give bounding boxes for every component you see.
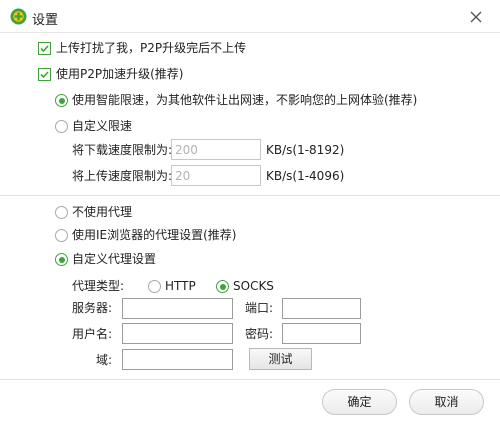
download-limit-unit: KB/s(1-8192) [266,143,345,157]
http-radio[interactable] [148,280,161,293]
domain-label: 域: [96,353,113,367]
upload-limit-label: 将上传速度限制为: [72,169,173,183]
smart-speed-radio[interactable] [55,94,68,107]
footer-divider [0,379,500,380]
http-label: HTTP [165,279,196,293]
upload-limit-input[interactable] [171,165,261,186]
download-limit-label: 将下载速度限制为: [72,143,173,157]
window-title: 设置 [32,13,59,28]
port-input[interactable] [282,298,361,319]
server-input[interactable] [122,298,233,319]
no-proxy-radio[interactable] [55,206,68,219]
upload-limit-unit: KB/s(1-4096) [266,169,345,183]
upload-disturb-checkbox[interactable] [38,42,51,55]
app-logo-icon [10,8,27,25]
p2p-accelerate-checkbox[interactable] [38,68,51,81]
ok-button[interactable]: 确定 [322,389,397,415]
cancel-button[interactable]: 取消 [409,389,484,415]
custom-proxy-radio[interactable] [55,253,68,266]
ie-proxy-label: 使用IE浏览器的代理设置(推荐) [72,228,237,242]
title-bar: 设置 [0,0,500,33]
section-divider [0,195,500,196]
custom-speed-radio[interactable] [55,120,68,133]
password-label: 密码: [245,327,274,341]
close-icon[interactable] [466,7,486,27]
custom-proxy-label: 自定义代理设置 [72,252,157,266]
smart-speed-label: 使用智能限速，为其他软件让出网速，不影响您的上网体验(推荐) [72,93,418,107]
username-label: 用户名: [72,327,113,341]
socks-radio[interactable] [216,280,229,293]
custom-speed-label: 自定义限速 [72,119,133,133]
server-label: 服务器: [72,301,113,315]
ie-proxy-radio[interactable] [55,229,68,242]
username-input[interactable] [122,323,233,344]
no-proxy-label: 不使用代理 [72,205,133,219]
domain-input[interactable] [122,349,233,370]
socks-label: SOCKS [233,279,274,293]
port-label: 端口: [245,301,274,315]
test-button[interactable]: 测试 [249,348,312,370]
download-limit-input[interactable] [171,139,261,160]
p2p-accelerate-label: 使用P2P加速升级(推荐) [56,67,184,81]
password-input[interactable] [282,323,361,344]
proxy-type-label: 代理类型: [72,279,125,293]
upload-disturb-label: 上传打扰了我，P2P升级完后不上传 [56,41,247,55]
